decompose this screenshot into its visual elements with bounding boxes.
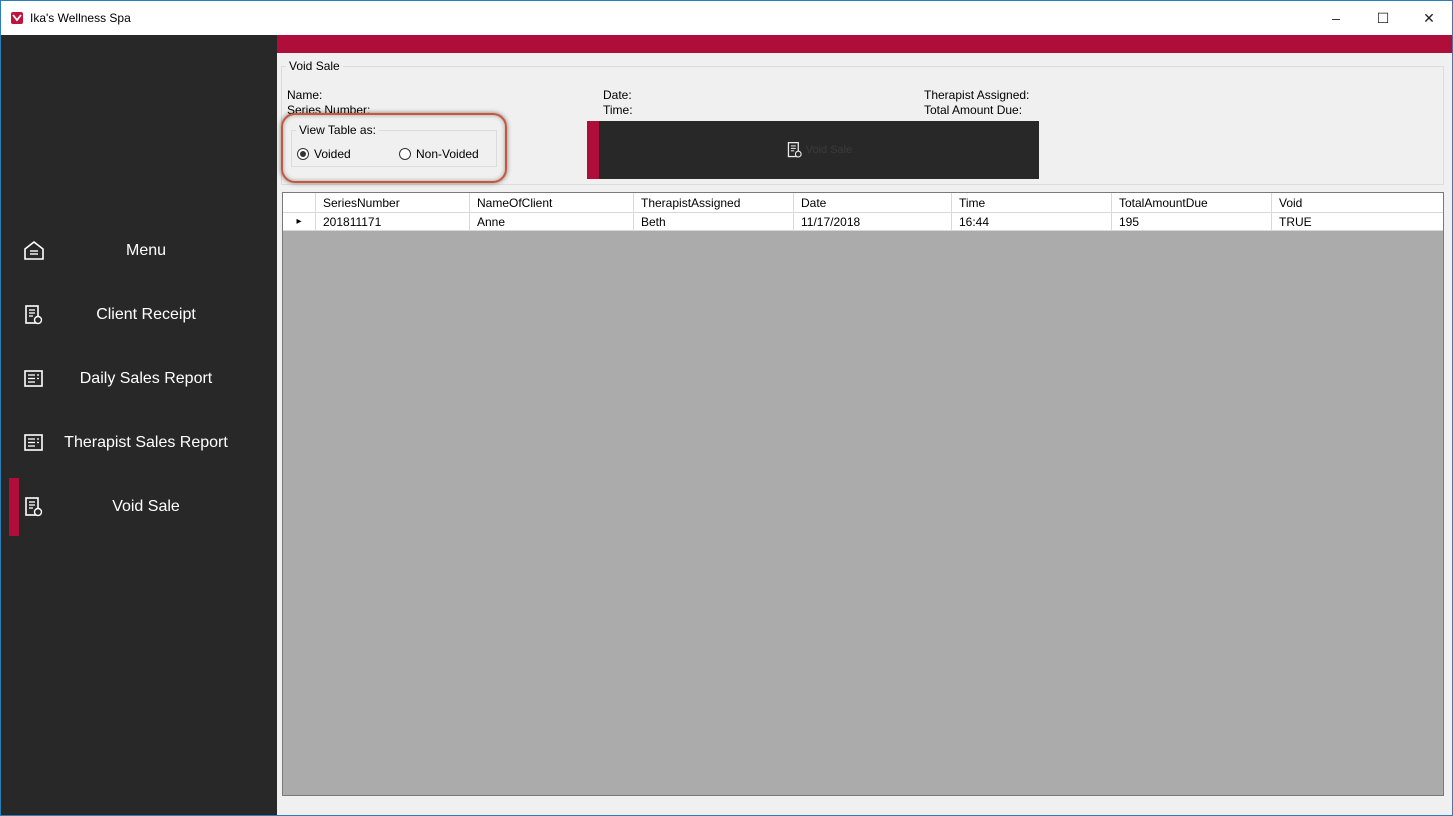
minimize-button[interactable]: – [1313, 1, 1359, 35]
window-title: Ika's Wellness Spa [30, 11, 131, 25]
title-bar: Ika's Wellness Spa – ☐ ✕ [1, 1, 1452, 35]
table-cell[interactable]: 11/17/2018 [794, 213, 952, 231]
table-header-row: SeriesNumber NameOfClient TherapistAssig… [283, 193, 1443, 213]
name-label: Name: [287, 88, 323, 102]
report-icon [23, 368, 45, 390]
maximize-button[interactable]: ☐ [1360, 1, 1406, 35]
therapist-assigned-label: Therapist Assigned: [924, 88, 1030, 102]
radio-non-voided[interactable]: Non-Voided [399, 147, 479, 161]
app-window: Ika's Wellness Spa – ☐ ✕ Menu Client Rec… [0, 0, 1453, 816]
column-header[interactable]: TherapistAssigned [634, 193, 794, 213]
void-sale-legend: Void Sale [289, 59, 340, 73]
column-header[interactable]: Void [1272, 193, 1443, 213]
table-cell[interactable]: Beth [634, 213, 794, 231]
receipt-icon [23, 304, 45, 326]
table-cell[interactable]: TRUE [1272, 213, 1443, 231]
void-sale-button-label: Void Sale [805, 144, 853, 156]
total-amount-due-label: Total Amount Due: [924, 103, 1023, 117]
date-label: Date: [603, 88, 632, 102]
table-cell[interactable]: Anne [470, 213, 634, 231]
radio-voided-label: Voided [314, 147, 351, 161]
view-table-legend: View Table as: [299, 123, 376, 137]
sidebar-item-label: Void Sale [112, 498, 180, 515]
table-row[interactable]: ▸ 201811171 Anne Beth 11/17/2018 16:44 1… [283, 213, 1443, 231]
radio-selected-indicator [297, 148, 309, 160]
receipt-icon [786, 141, 804, 159]
sidebar-item-menu[interactable]: Menu [1, 222, 277, 280]
sidebar-item-label: Daily Sales Report [79, 370, 213, 387]
column-header[interactable]: SeriesNumber [316, 193, 470, 213]
table-cell[interactable]: 201811171 [316, 213, 470, 231]
brand-bar [277, 35, 1452, 53]
column-header[interactable]: NameOfClient [470, 193, 634, 213]
sidebar-item-daily-sales-report[interactable]: Daily Sales Report [1, 350, 277, 408]
close-button[interactable]: ✕ [1406, 1, 1452, 35]
receipt-icon [23, 496, 45, 518]
table-cell[interactable]: 16:44 [952, 213, 1112, 231]
column-header[interactable]: TotalAmountDue [1112, 193, 1272, 213]
time-label: Time: [603, 103, 633, 117]
column-header[interactable]: Date [794, 193, 952, 213]
radio-non-voided-label: Non-Voided [416, 147, 479, 161]
main-panel: Void Sale Name: Series Number: Date: Tim… [277, 35, 1452, 815]
menu-icon [23, 240, 45, 262]
sidebar-item-label: Menu [125, 242, 167, 259]
sales-table[interactable]: SeriesNumber NameOfClient TherapistAssig… [282, 192, 1444, 796]
table-cell[interactable]: 195 [1112, 213, 1272, 231]
radio-unselected-indicator [399, 148, 411, 160]
sidebar-item-label: Therapist Sales Report [64, 434, 228, 451]
app-logo-icon [11, 12, 23, 24]
sidebar-item-label: Client Receipt [96, 306, 196, 323]
column-header[interactable]: Time [952, 193, 1112, 213]
row-header-corner [283, 193, 316, 213]
series-number-label: Series Number: [287, 103, 371, 117]
radio-voided[interactable]: Voided [297, 147, 351, 161]
current-row-indicator[interactable]: ▸ [283, 213, 316, 231]
sidebar: Menu Client Receipt Daily Sales Report T… [1, 35, 277, 815]
report-icon [23, 432, 45, 454]
sidebar-item-void-sale[interactable]: Void Sale [1, 478, 277, 536]
sidebar-item-client-receipt[interactable]: Client Receipt [1, 286, 277, 344]
void-sale-button[interactable]: Void Sale [587, 121, 1039, 179]
active-indicator [9, 478, 19, 536]
sidebar-item-therapist-sales-report[interactable]: Therapist Sales Report [1, 414, 277, 472]
